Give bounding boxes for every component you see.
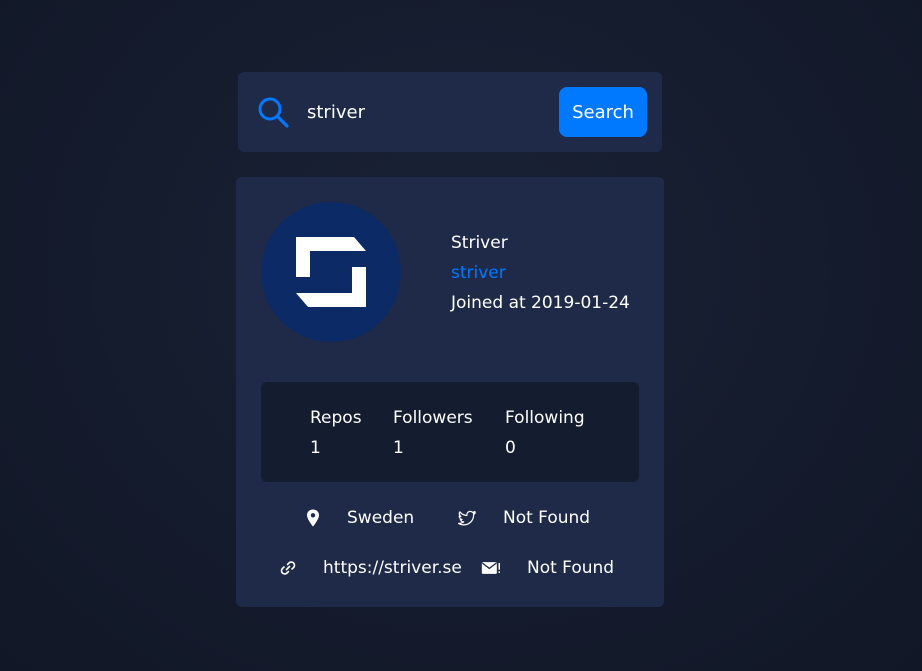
search-button[interactable]: Search: [559, 87, 647, 137]
blog-link[interactable]: https://striver.se: [323, 556, 462, 580]
repos-label: Repos: [310, 408, 362, 428]
location-text: Sweden: [347, 508, 415, 528]
twitter-icon: [457, 510, 476, 526]
followers-label: Followers: [393, 408, 473, 428]
joined-date: Joined at 2019-01-24: [451, 293, 630, 313]
twitter-text: Not Found: [503, 508, 591, 528]
stats-box: [261, 382, 639, 482]
avatar: [261, 202, 401, 342]
user-login-link[interactable]: striver: [451, 261, 506, 285]
user-name: Striver: [451, 233, 508, 253]
following-value: 0: [505, 438, 516, 458]
email-text: Not Found: [527, 558, 615, 578]
followers-value: 1: [393, 438, 404, 458]
search-icon: [258, 97, 289, 128]
avatar-logo: [296, 237, 366, 307]
search-input[interactable]: [307, 98, 547, 128]
link-icon: [280, 561, 296, 575]
map-pin-icon: [307, 509, 319, 527]
mail-icon: [481, 562, 500, 574]
repos-value: 1: [310, 438, 321, 458]
following-label: Following: [505, 408, 585, 428]
